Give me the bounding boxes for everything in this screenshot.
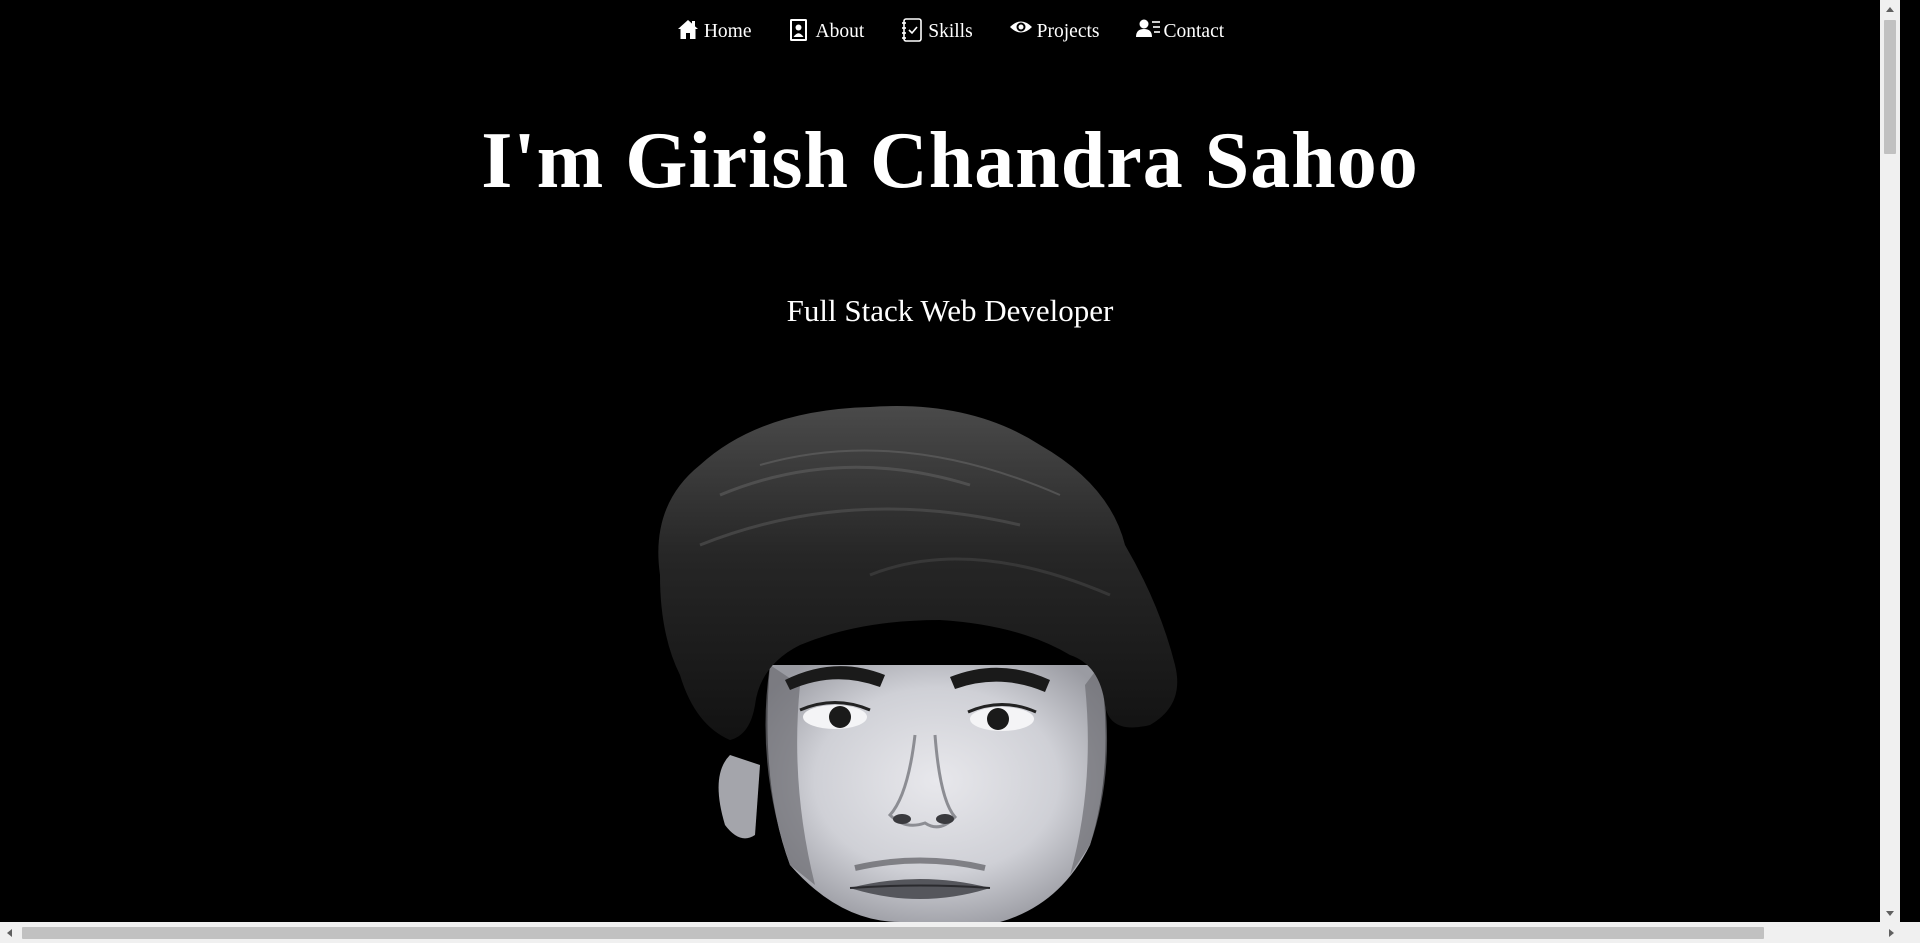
user-list-icon (1135, 17, 1160, 43)
horizontal-scroll-thumb[interactable] (22, 927, 1764, 939)
scroll-right-arrow-icon[interactable] (1882, 922, 1900, 943)
nav-item-label: Projects (1036, 21, 1100, 42)
nav-item-label: Home (703, 21, 752, 42)
eye-icon (1009, 17, 1033, 43)
contact-card-icon (787, 17, 811, 43)
nav-item-label: About (815, 21, 865, 42)
nav-item-label: Skills (928, 21, 973, 42)
scroll-down-arrow-icon[interactable] (1880, 904, 1900, 922)
hero-subtitle: Full Stack Web Developer (786, 293, 1114, 328)
vertical-scrollbar[interactable] (1880, 0, 1900, 922)
scroll-up-arrow-icon[interactable] (1880, 0, 1900, 18)
nav-item-projects[interactable]: Projects (1009, 17, 1100, 43)
nav-item-about[interactable]: About (787, 17, 864, 43)
scroll-left-arrow-icon[interactable] (0, 922, 18, 943)
nav-item-contact[interactable]: Contact (1135, 17, 1225, 43)
horizontal-scrollbar[interactable] (0, 922, 1900, 943)
nav-item-label: Contact (1163, 21, 1225, 42)
page-viewport: Home About Skills Projects Contact I'm G… (0, 0, 1900, 922)
home-icon (676, 17, 700, 43)
checklist-icon (900, 17, 924, 43)
hero-title: I'm Girish Chandra Sahoo (481, 117, 1419, 205)
nav-item-home[interactable]: Home (676, 17, 752, 43)
scrollbar-corner (1900, 922, 1920, 943)
vertical-scroll-thumb[interactable] (1884, 20, 1896, 154)
nav-item-skills[interactable]: Skills (900, 17, 973, 43)
main-nav: Home About Skills Projects Contact (0, 17, 1900, 43)
portrait-photo (640, 405, 1220, 922)
